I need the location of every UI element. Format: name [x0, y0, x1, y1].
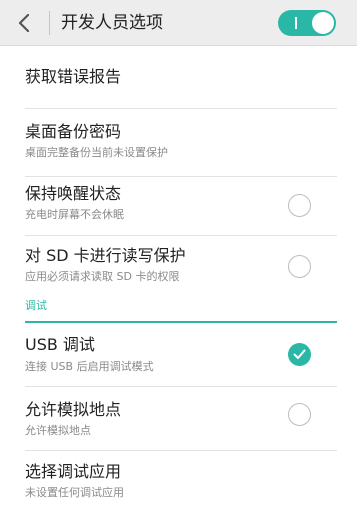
stay-awake-checkbox[interactable]	[288, 194, 311, 217]
setting-select-debug-app[interactable]: 选择调试应用 未设置任何调试应用	[0, 451, 357, 512]
setting-title: 保持唤醒状态	[25, 184, 122, 203]
page-title: 开发人员选项	[61, 13, 163, 33]
setting-subtitle: 允许模拟地点	[25, 424, 91, 437]
setting-subtitle: 充电时屏幕不会休眠	[25, 208, 124, 221]
setting-usb-debugging[interactable]: USB 调试 连接 USB 后启用调试模式	[0, 324, 357, 386]
usb-debugging-checkbox[interactable]	[288, 343, 311, 366]
setting-subtitle: 桌面完整备份当前未设置保护	[25, 146, 168, 159]
top-bar: 开发人员选项	[0, 0, 357, 46]
setting-title: 允许模拟地点	[25, 400, 122, 419]
checkmark-icon	[293, 349, 306, 359]
section-header-debug: 调试	[25, 299, 47, 312]
chevron-left-icon	[18, 14, 30, 32]
setting-title: 获取错误报告	[25, 67, 122, 86]
section-divider	[25, 321, 337, 323]
developer-options-screen: 开发人员选项 获取错误报告 桌面备份密码 桌面完整备份当前未设置保护 保持唤醒状…	[0, 0, 357, 512]
setting-mock-location[interactable]: 允许模拟地点 允许模拟地点	[0, 387, 357, 450]
setting-title: 对 SD 卡进行读写保护	[25, 246, 186, 265]
setting-bug-report[interactable]: 获取错误报告	[0, 47, 357, 109]
setting-subtitle: 应用必须请求读取 SD 卡的权限	[25, 270, 180, 283]
header-divider	[49, 11, 50, 35]
toggle-knob	[312, 12, 334, 34]
setting-subtitle: 未设置任何调试应用	[25, 486, 124, 499]
setting-desktop-backup-password[interactable]: 桌面备份密码 桌面完整备份当前未设置保护	[0, 109, 357, 176]
setting-title: USB 调试	[25, 335, 95, 354]
toggle-on-indicator	[295, 17, 297, 29]
setting-title: 桌面备份密码	[25, 122, 122, 141]
setting-sd-card-protection[interactable]: 对 SD 卡进行读写保护 应用必须请求读取 SD 卡的权限	[0, 236, 357, 294]
back-button[interactable]	[8, 5, 44, 41]
setting-title: 选择调试应用	[25, 462, 122, 481]
setting-stay-awake[interactable]: 保持唤醒状态 充电时屏幕不会休眠	[0, 177, 357, 236]
mock-location-checkbox[interactable]	[288, 403, 311, 426]
sd-card-protection-checkbox[interactable]	[288, 255, 311, 278]
setting-subtitle: 连接 USB 后启用调试模式	[25, 360, 154, 373]
developer-options-toggle[interactable]	[278, 10, 336, 36]
